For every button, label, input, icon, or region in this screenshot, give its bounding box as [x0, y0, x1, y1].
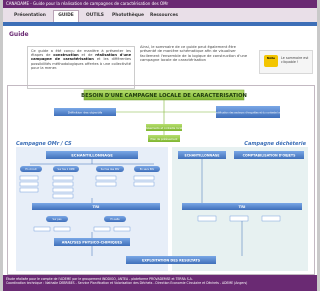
substep-box[interactable] — [133, 175, 155, 181]
intro-box: Ce guide a été conçu de manière à présen… — [27, 46, 135, 89]
note-box: Note Le sommaire est cliquable ! — [259, 50, 313, 74]
page-title: Guide — [9, 31, 29, 38]
territory-label: Identification des secteurs d'enquêtes e… — [213, 112, 284, 115]
intro-summary-text: Ainsi, le sommaire de ce guide peut égal… — [140, 45, 248, 63]
tab-ressources[interactable]: Ressources — [149, 11, 179, 20]
substep-box[interactable] — [19, 181, 39, 187]
substep-box[interactable] — [93, 226, 111, 232]
substep-box[interactable] — [52, 187, 74, 193]
guide-page: CANADAME - Guide pour la réalisation de … — [3, 0, 317, 291]
substep-box[interactable] — [53, 226, 71, 232]
note-text: Le sommaire est cliquable ! — [281, 56, 309, 64]
diagram-title: BESOIN D'UNE CAMPAGNE LOCALE DE CARACTER… — [81, 93, 247, 99]
sampling-method-4-label: En sacs PAV — [140, 168, 155, 171]
substep-box[interactable] — [19, 187, 39, 193]
tab-outils[interactable]: OUTILS — [83, 11, 107, 20]
tri-omr-label: TRI — [93, 204, 101, 209]
sampling-method-1-label: En circuit — [25, 168, 36, 171]
campaign-decheterie-label[interactable]: Campagne déchèterie — [244, 140, 306, 147]
echantillonnage-omr-label: ECHANTILLONNAGE — [71, 153, 113, 158]
echantillonnage-dech-label: ECHANTILLONNAGE — [185, 154, 220, 158]
substep-box[interactable] — [133, 181, 155, 187]
tab-phototheque[interactable]: Photothèque — [111, 11, 145, 20]
sampling-method-3-label: Sur tas des PAV — [101, 168, 120, 171]
substep-box[interactable] — [52, 181, 74, 187]
substep-box[interactable] — [261, 215, 281, 222]
substep-box[interactable] — [229, 215, 249, 222]
dech-substeps — [197, 215, 281, 222]
comptabilisation-label: COMPTABILISATION D'OBJETS — [243, 154, 296, 158]
substep-box[interactable] — [33, 226, 51, 232]
substep-box[interactable] — [197, 215, 217, 222]
footer-line-2: Coordination technique : Nathalie DEBRIB… — [6, 281, 248, 285]
gisement-label: Gisements et contexte local — [146, 126, 183, 130]
site-title: CANADAME - Guide pour la réalisation de … — [6, 1, 169, 6]
tri-dech-label: TRI — [239, 204, 247, 209]
plan-label: Plan de prélèvement — [151, 137, 178, 141]
substep-box[interactable] — [95, 181, 117, 187]
footer: Étude réalisée pour le compte de l'ADEME… — [3, 275, 317, 291]
tab-presentation[interactable]: Présentation — [11, 11, 49, 20]
summary-diagram: BESOIN D'UNE CAMPAGNE LOCALE DE CARACTER… — [7, 85, 315, 275]
substep-box[interactable] — [19, 175, 39, 181]
nav-accent-bar — [3, 22, 317, 26]
note-icon: Note — [264, 55, 278, 67]
diagram-svg: BESOIN D'UNE CAMPAGNE LOCALE DE CARACTER… — [16, 89, 308, 271]
main-nav: Présentation GUIDE OUTILS Photothèque Re… — [3, 8, 317, 22]
tri-sub-2-label: En salle — [110, 218, 120, 221]
top-title-bar: CANADAME - Guide pour la réalisation de … — [3, 0, 317, 8]
tab-guide[interactable]: GUIDE — [53, 10, 79, 22]
tri-sub-1-label: Sur pes — [52, 218, 62, 221]
substep-box[interactable] — [95, 175, 117, 181]
campaign-omr-label[interactable]: Campagne OMr / CS — [16, 141, 72, 147]
objectives-label: Définition des objectifs — [68, 111, 103, 115]
substep-box[interactable] — [52, 175, 74, 181]
sampling-method-2-label: Sur tas 1 OMR — [57, 168, 74, 171]
exploitation-label: EXPLOITATION DES RESULTATS — [142, 259, 201, 263]
substep-box[interactable] — [52, 193, 74, 199]
analyses-label: ANALYSES PHYSICO-CHIMIQUES — [62, 241, 123, 245]
substep-box[interactable] — [113, 226, 131, 232]
